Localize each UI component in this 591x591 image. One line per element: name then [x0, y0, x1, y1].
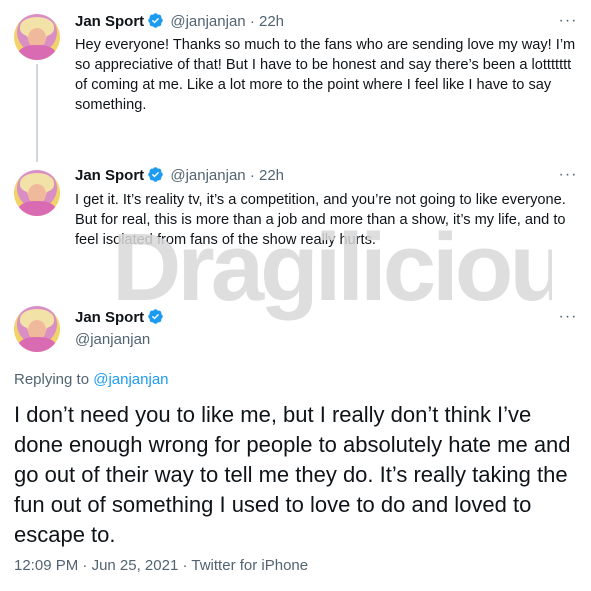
- more-options-icon[interactable]: ···: [558, 309, 578, 330]
- tweet-text: I don’t need you to like me, but I reall…: [14, 402, 571, 547]
- post-date[interactable]: Jun 25, 2021: [92, 557, 179, 574]
- separator: ·: [249, 167, 255, 184]
- separator: ·: [182, 557, 188, 574]
- display-name[interactable]: Jan Sport: [75, 13, 144, 30]
- handle[interactable]: @janjanjan: [75, 330, 150, 350]
- replying-to-handle-link[interactable]: @janjanjan: [93, 371, 168, 388]
- verified-badge-icon: [148, 167, 163, 182]
- separator: ·: [249, 13, 255, 30]
- tweet-header: Jan Sport @janjanjan · 22h: [75, 12, 284, 32]
- display-name[interactable]: Jan Sport: [75, 309, 144, 326]
- avatar[interactable]: [14, 306, 60, 352]
- avatar[interactable]: [14, 170, 60, 216]
- tweet-source[interactable]: Twitter for iPhone: [191, 557, 308, 574]
- verified-badge-icon: [148, 13, 163, 28]
- separator: ·: [82, 557, 88, 574]
- replying-to-label: Replying to: [14, 371, 90, 388]
- tweet-header: Jan Sport @janjanjan · 22h: [75, 166, 284, 186]
- timestamp[interactable]: 22h: [259, 13, 284, 30]
- tweet-text: I get it. It’s reality tv, it’s a compet…: [75, 192, 566, 248]
- more-options-icon[interactable]: ···: [558, 13, 578, 34]
- display-name[interactable]: Jan Sport: [75, 167, 144, 184]
- tweet-header: Jan Sport: [75, 308, 166, 328]
- thread-connector: [36, 64, 38, 162]
- timestamp[interactable]: 22h: [259, 167, 284, 184]
- handle[interactable]: @janjanjan: [170, 167, 245, 184]
- focused-tweet: Jan Sport @janjanjan ··· Replying to @ja…: [0, 300, 591, 591]
- handle[interactable]: @janjanjan: [170, 13, 245, 30]
- replying-to: Replying to @janjanjan: [14, 370, 169, 390]
- more-options-icon[interactable]: ···: [558, 167, 578, 188]
- tweet-2[interactable]: Jan Sport @janjanjan · 22h ··· I get it.…: [0, 162, 591, 302]
- tweet-text: Hey everyone! Thanks so much to the fans…: [75, 37, 576, 113]
- verified-badge-icon: [148, 309, 163, 324]
- tweet-1[interactable]: Jan Sport @janjanjan · 22h ··· Hey every…: [0, 0, 591, 162]
- avatar[interactable]: [14, 14, 60, 60]
- post-time[interactable]: 12:09 PM: [14, 557, 78, 574]
- tweet-meta: 12:09 PM · Jun 25, 2021 · Twitter for iP…: [14, 556, 308, 576]
